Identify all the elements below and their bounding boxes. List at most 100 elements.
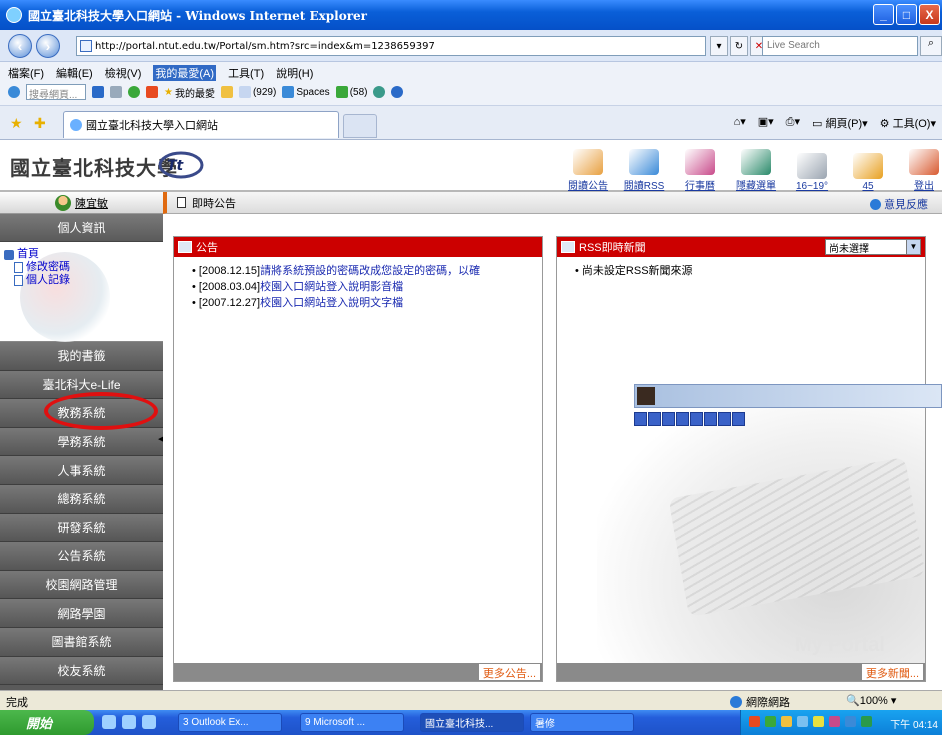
mail-icon[interactable] (110, 86, 122, 98)
window-titlebar[interactable]: 國立臺北科技大學入口網站 - Windows Internet Explorer… (0, 0, 942, 30)
menu-file[interactable]: 檔案(F) (8, 65, 44, 81)
header-icon-5[interactable]: 45 (840, 140, 896, 192)
floating-toolbar[interactable] (634, 384, 942, 408)
favorites-link[interactable]: ★ 我的最愛 (164, 85, 215, 100)
sidebar-item-10[interactable]: 圖書館系統 (0, 627, 163, 657)
zoom-level[interactable]: 🔍100% ▾ (846, 694, 896, 707)
butterfly-icon[interactable] (146, 86, 158, 98)
search-icon[interactable]: ⌕ (920, 36, 942, 56)
refresh-icon[interactable]: ↻ (730, 36, 748, 56)
header-icon-3[interactable]: 隱藏選單 (728, 140, 784, 192)
new-tab-button[interactable] (343, 114, 377, 138)
user-bar[interactable]: 陳宜敏 (0, 192, 163, 214)
help-icon[interactable] (391, 86, 404, 98)
mail-count[interactable]: (929) (238, 86, 276, 98)
announce-link[interactable]: 校園入口網站登入說明文字檔 (260, 297, 403, 309)
toolbar-handle-icon[interactable] (637, 387, 655, 405)
tool-button-icon[interactable] (718, 412, 731, 426)
sidebar-item-3[interactable]: 學務系統 (0, 427, 163, 457)
print-icon[interactable]: ⎙▾ (786, 115, 800, 131)
sidebar-item-4[interactable]: 人事系統 (0, 456, 163, 485)
tool-button-icon[interactable] (662, 412, 675, 426)
add-favorite-icon[interactable]: ✚ (34, 115, 46, 132)
tool-button-icon[interactable] (634, 412, 647, 426)
more-news-link[interactable]: 更多新聞... (861, 664, 923, 680)
favorites-star-icon[interactable]: ★ (10, 115, 23, 132)
outlook-quicklaunch-icon[interactable] (122, 715, 136, 729)
tray-icon[interactable] (765, 716, 776, 727)
tool-button-icon[interactable] (732, 412, 745, 426)
spaces-link[interactable]: Spaces (282, 86, 330, 98)
desktop-quicklaunch-icon[interactable] (142, 715, 156, 729)
user-name[interactable]: 陳宜敏 (75, 195, 108, 211)
sidebar-item-8[interactable]: 校園網路管理 (0, 570, 163, 600)
msn-icon[interactable] (8, 86, 20, 98)
start-button[interactable]: 開始 (0, 710, 94, 735)
rss-source-select[interactable]: 尚未選擇 ▼ (825, 239, 921, 255)
address-field[interactable]: http://portal.ntut.edu.tw/Portal/sm.htm?… (76, 36, 706, 56)
dropdown-icon[interactable]: ▾ (710, 36, 728, 56)
tree-personal-records[interactable]: 個人記錄 (14, 274, 70, 287)
menu-help[interactable]: 說明(H) (276, 65, 313, 81)
tray-icon[interactable] (813, 716, 824, 727)
header-icon-4[interactable]: 16~19° (784, 140, 840, 192)
web-search-input[interactable]: 搜尋網頁... (26, 84, 86, 101)
menu-favorites[interactable]: 我的最愛(A) (153, 65, 217, 81)
feedback-link[interactable]: 意見反應 (870, 196, 928, 212)
personal-info-header[interactable]: 個人資訊 (0, 214, 163, 242)
tray-icon[interactable] (829, 716, 840, 727)
menu-view[interactable]: 檢視(V) (105, 65, 142, 81)
sidebar-item-0[interactable]: 我的書籤 (0, 342, 163, 371)
task-word[interactable]: 9 Microsoft ... (300, 713, 404, 732)
sidebar-item-11[interactable]: 校友系統 (0, 656, 163, 686)
search-go-icon[interactable] (92, 86, 104, 98)
tray-icon[interactable] (797, 716, 808, 727)
tray-icon[interactable] (749, 716, 760, 727)
sidebar-item-7[interactable]: 公告系統 (0, 542, 163, 571)
header-icon-0[interactable]: 閱讀公告 (560, 140, 616, 192)
tool-button-icon[interactable] (676, 412, 689, 426)
maximize-button[interactable]: □ (896, 4, 917, 25)
tree-change-password[interactable]: 修改密碼 (14, 261, 70, 274)
add-icon[interactable] (128, 86, 140, 98)
sidebar-item-5[interactable]: 總務系統 (0, 484, 163, 514)
sidebar-item-9[interactable]: 網路學園 (0, 599, 163, 628)
task-outlook[interactable]: 3 Outlook Ex... (178, 713, 282, 732)
header-icon-1[interactable]: 閱讀RSS (616, 140, 672, 192)
personal-records-link[interactable]: 個人記錄 (26, 274, 70, 287)
volume-icon[interactable] (845, 716, 856, 727)
header-icon-2[interactable]: 行事曆 (672, 140, 728, 192)
header-icon-6[interactable]: 登出 (896, 140, 942, 192)
page-menu[interactable]: ▭ 網頁(P)▾ (812, 115, 868, 131)
sidebar-item-6[interactable]: 研發系統 (0, 513, 163, 543)
tool-button-icon[interactable] (704, 412, 717, 426)
tree-home[interactable]: 首頁 (4, 248, 70, 261)
home-icon[interactable]: ⌂▾ (734, 115, 746, 131)
task-ie[interactable]: 國立臺北科技... (420, 713, 524, 732)
network-icon[interactable] (861, 716, 872, 727)
status-icon[interactable] (373, 86, 386, 98)
tab-active[interactable]: 國立臺北科技大學入口網站 (63, 111, 339, 138)
back-icon[interactable]: ‹ (8, 34, 32, 58)
tree-home-link[interactable]: 首頁 (17, 248, 39, 261)
minimize-button[interactable]: _ (873, 4, 894, 25)
tool-button-icon[interactable] (690, 412, 703, 426)
live-search-input[interactable]: Live Search (762, 36, 918, 56)
clock[interactable]: 下午 04:14 (890, 716, 938, 731)
highlight-icon[interactable] (220, 86, 233, 98)
menu-tools[interactable]: 工具(T) (228, 65, 264, 81)
more-announce-link[interactable]: 更多公告... (478, 664, 540, 680)
announce-link[interactable]: 校園入口網站登入說明影音檔 (260, 281, 403, 293)
tray-icon[interactable] (781, 716, 792, 727)
menu-edit[interactable]: 編輯(E) (56, 65, 93, 81)
tools-menu[interactable]: ⚙ 工具(O)▾ (880, 115, 936, 131)
task-folder[interactable]: 暑修 (530, 713, 634, 732)
close-button[interactable]: X (919, 4, 940, 25)
contacts-link[interactable]: (58) (335, 86, 367, 98)
announce-link[interactable]: 請將系統預設的密碼改成您設定的密碼，以確 (260, 265, 480, 277)
change-password-link[interactable]: 修改密碼 (26, 261, 70, 274)
ie-quicklaunch-icon[interactable] (102, 715, 116, 729)
forward-icon[interactable]: › (36, 34, 60, 58)
security-zone[interactable]: 網際網路 (730, 694, 790, 710)
feeds-icon[interactable]: ▣▾ (758, 115, 774, 131)
